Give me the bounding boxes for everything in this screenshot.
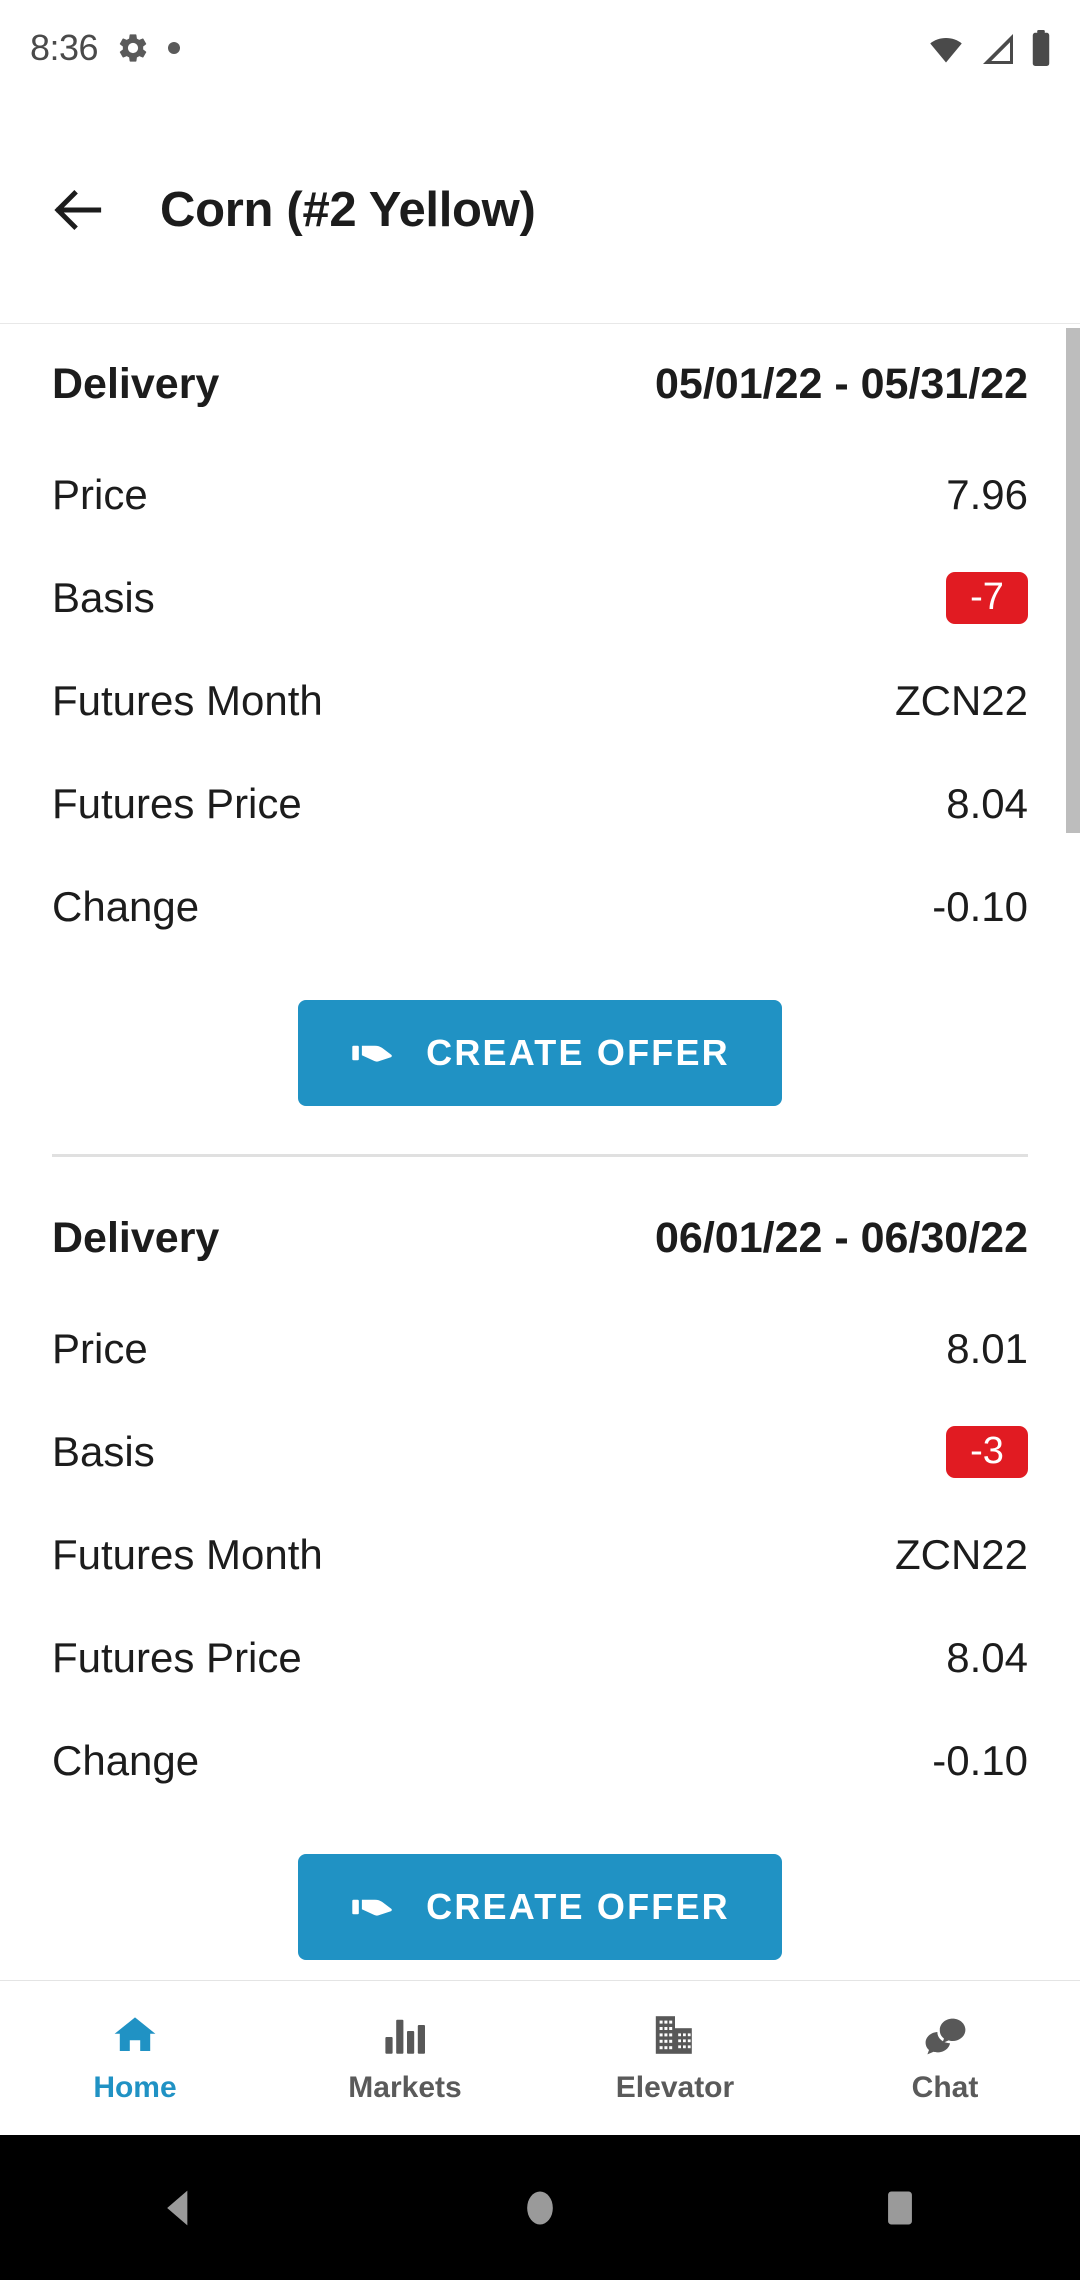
create-offer-button[interactable]: CREATE OFFER [298, 1000, 782, 1106]
row-label: Price [52, 1324, 148, 1372]
table-row: Futures Month ZCN22 [52, 1503, 1028, 1606]
row-label: Change [52, 882, 200, 930]
create-offer-label: CREATE OFFER [426, 1032, 730, 1073]
battery-icon [1032, 29, 1050, 67]
row-label: Basis [52, 1427, 155, 1475]
create-offer-button-container: CREATE OFFER [52, 958, 1028, 1106]
row-value: 8.01 [946, 1324, 1028, 1372]
row-value: 7.96 [946, 470, 1028, 518]
nav-item-markets[interactable]: Markets [270, 2011, 540, 2105]
app-screen: 8:36 Corn (#2 Yellow) Delivery 05/01/22 … [0, 0, 1080, 2280]
back-arrow-icon [54, 189, 102, 230]
scrollbar-thumb[interactable] [1066, 328, 1080, 833]
dot-indicator [168, 42, 181, 54]
gear-icon [119, 34, 147, 62]
system-home-button[interactable] [480, 2163, 600, 2253]
create-offer-button[interactable]: CREATE OFFER [298, 1854, 782, 1960]
page-title: Corn (#2 Yellow) [160, 182, 536, 237]
status-badge: -3 [946, 1425, 1028, 1478]
status-bar-clock: 8:36 [30, 27, 99, 68]
table-row: Price 8.01 [52, 1297, 1028, 1400]
row-label: Basis [52, 573, 155, 621]
table-row: Change -0.10 [52, 1709, 1028, 1812]
delivery-range-value: 06/01/22 - 06/30/22 [655, 1213, 1028, 1262]
table-row: Basis -3 [52, 1400, 1028, 1503]
bar-chart-icon [385, 2019, 425, 2054]
delivery-range-value: 05/01/22 - 05/31/22 [655, 359, 1028, 408]
back-button[interactable] [18, 150, 138, 270]
status-badge: -7 [946, 571, 1028, 624]
back-triangle-icon [167, 2190, 188, 2225]
nav-label: Home [93, 2071, 177, 2104]
create-offer-label: CREATE OFFER [426, 1886, 730, 1927]
row-label: Change [52, 1736, 200, 1784]
delivery-header-row: Delivery 05/01/22 - 05/31/22 [52, 325, 1028, 443]
status-bar: 8:36 [0, 0, 1080, 96]
table-row: Change -0.10 [52, 855, 1028, 958]
scrollbar[interactable] [1066, 325, 1080, 1980]
wifi-icon [930, 38, 962, 63]
delivery-label: Delivery [52, 359, 220, 408]
building-icon [655, 2016, 692, 2054]
row-label: Futures Price [52, 1633, 302, 1681]
row-label: Futures Month [52, 676, 323, 724]
chat-bubbles-icon [925, 2018, 966, 2055]
bottom-navigation-bar: Home Markets Elevator Chat [0, 1980, 1080, 2135]
row-value: ZCN22 [894, 676, 1028, 724]
app-bar: Corn (#2 Yellow) [0, 96, 1080, 324]
row-value: ZCN22 [894, 1530, 1028, 1578]
table-row: Futures Price 8.04 [52, 1606, 1028, 1709]
delivery-label: Delivery [52, 1213, 220, 1262]
home-icon [114, 2017, 156, 2051]
nav-item-home[interactable]: Home [0, 2011, 270, 2105]
status-bar-left: 8:36 [0, 27, 181, 69]
quote-list-scroll-area[interactable]: Delivery 05/01/22 - 05/31/22 Price 7.96 … [0, 325, 1080, 1980]
table-row: Price 7.96 [52, 443, 1028, 546]
create-offer-button-container: CREATE OFFER [52, 1812, 1028, 1960]
delivery-header-row: Delivery 06/01/22 - 06/30/22 [52, 1179, 1028, 1297]
row-value: -0.10 [932, 1736, 1028, 1784]
status-bar-right [926, 29, 1080, 67]
nav-item-elevator[interactable]: Elevator [540, 2011, 810, 2105]
table-row: Futures Price 8.04 [52, 752, 1028, 855]
recents-square-icon [888, 2191, 912, 2224]
row-value: -0.10 [932, 882, 1028, 930]
handshake-icon [352, 1045, 392, 1062]
row-value: 8.04 [946, 779, 1028, 827]
cellular-signal-icon [983, 34, 1013, 64]
row-value: 8.04 [946, 1633, 1028, 1681]
delivery-card: Delivery 05/01/22 - 05/31/22 Price 7.96 … [0, 325, 1080, 1106]
nav-item-chat[interactable]: Chat [810, 2011, 1080, 2105]
row-label: Futures Price [52, 779, 302, 827]
nav-label: Elevator [615, 2071, 735, 2104]
table-row: Basis -7 [52, 546, 1028, 649]
handshake-icon [352, 1899, 392, 1916]
table-row: Futures Month ZCN22 [52, 649, 1028, 752]
delivery-card: Delivery 06/01/22 - 06/30/22 Price 8.01 … [0, 1157, 1080, 1960]
system-back-button[interactable] [120, 2163, 240, 2253]
row-label: Futures Month [52, 1530, 323, 1578]
system-navigation-bar [0, 2135, 1080, 2280]
home-circle-icon [527, 2191, 553, 2224]
nav-label: Chat [911, 2071, 979, 2104]
nav-label: Markets [348, 2071, 462, 2104]
system-recents-button[interactable] [840, 2163, 960, 2253]
row-label: Price [52, 470, 148, 518]
